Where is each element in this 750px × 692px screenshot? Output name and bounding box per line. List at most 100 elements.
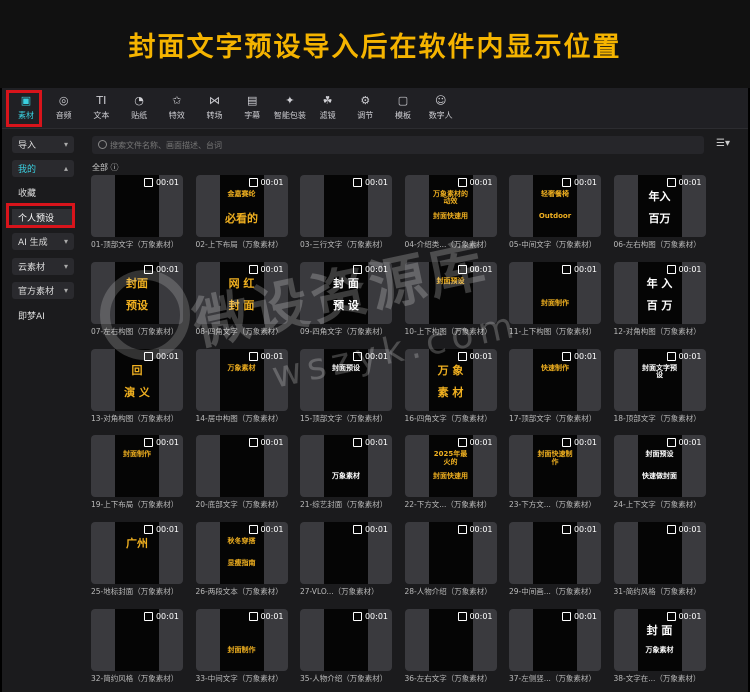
tab-filter[interactable]: ☘ 滤镜: [310, 91, 346, 125]
banner-title: 封面文字预设导入后在软件内显示位置: [128, 31, 622, 63]
media-thumbnail: 万象素材 00:01: [195, 348, 288, 411]
sidebar-item-label: 即梦AI: [18, 312, 45, 322]
thumbnail-text: 显瘦指南: [227, 559, 256, 568]
tab-effects[interactable]: ✩ 特效: [159, 91, 195, 125]
media-caption: 28-人物介绍（万象素材）: [404, 587, 492, 597]
tab-subtitle[interactable]: ▤ 字幕: [234, 91, 270, 125]
thumbnail-text: 金嘉赛纶: [227, 190, 256, 198]
sidebar-item-personal-preset[interactable]: 个人预设: [12, 209, 74, 226]
thumbnail-text: 回: [131, 363, 143, 377]
tab-transition[interactable]: ⋈ 转场: [197, 91, 233, 125]
tab-label: 滤镜: [319, 111, 336, 120]
media-caption: 31-简约风格（万象素材）: [613, 587, 701, 597]
media-thumbnail: 回演 义 00:01: [91, 348, 183, 411]
media-caption: 22-下方文...（万象素材）: [404, 500, 492, 510]
media-caption: 06-左右构图（万象素材）: [613, 240, 701, 249]
duration-label: 00:01: [260, 264, 284, 274]
duration-label: 00:01: [155, 351, 179, 361]
sidebar-item-label: 官方素材: [18, 287, 55, 297]
preset-badge-icon: [144, 438, 153, 448]
sidebar-item-favorites[interactable]: 收藏: [12, 184, 74, 201]
thumbnail-text: 封面制作: [541, 298, 569, 307]
audio-icon: ◎: [58, 94, 69, 107]
sidebar-item-official[interactable]: 官方素材 ▾: [12, 282, 74, 299]
thumbnail-text: 封 面: [228, 298, 255, 312]
tab-label: 转场: [206, 111, 223, 120]
media-caption: 20-底部文字（万象素材）: [195, 500, 283, 510]
subtitle-icon: ▤: [246, 94, 258, 107]
thumbnail-text: 年入: [648, 190, 671, 203]
media-caption: 17-顶部文字（万象素材）: [509, 413, 597, 423]
thumbnail-text: 封面预设: [332, 363, 360, 372]
thumbnail-text: 万象素材的动效: [433, 190, 468, 206]
sidebar-item-jimeng[interactable]: 即梦AI: [12, 307, 74, 324]
tab-label: 智能包装: [273, 111, 306, 120]
duration-label: 00:01: [260, 525, 284, 535]
tab-text[interactable]: TI 文本: [83, 91, 119, 125]
search-placeholder: 搜索文件名称、画面描述、台词: [110, 140, 222, 150]
tab-media[interactable]: ▣ 素材: [8, 91, 44, 125]
preset-badge-icon: [144, 178, 153, 187]
chevron-down-icon: ▾: [63, 140, 68, 149]
chevron-down-icon: ▾: [63, 286, 68, 295]
sticker-icon: ◔: [134, 94, 144, 107]
media-caption: 37-左侧竖...（万象素材）: [509, 674, 596, 683]
media-caption: 16-四角文字（万象素材）: [404, 413, 492, 423]
preset-badge-icon: [457, 612, 467, 621]
tab-sticker[interactable]: ◔ 贴纸: [121, 91, 157, 125]
media-caption: 35-人物介绍（万象素材）: [300, 674, 388, 683]
tab-adjust[interactable]: ⚙ 调节: [347, 91, 383, 125]
media-thumbnail: 00:01: [300, 522, 392, 585]
adjust-icon: ⚙: [360, 94, 371, 107]
media-thumbnail: 2025年最火的 封面快速用 00:01: [404, 435, 497, 498]
thumbnail-text: 封面制作: [123, 450, 151, 459]
preset-badge-icon: [457, 264, 467, 274]
media-caption: 08-四角文字（万象素材）: [195, 326, 283, 336]
tab-smart-package[interactable]: ✦ 智能包装: [272, 91, 308, 125]
media-thumbnail: 封 面万象素材 00:01: [613, 609, 706, 671]
sidebar-item-label: 云素材: [18, 263, 46, 273]
tab-label: 模板: [395, 111, 411, 120]
search-input[interactable]: 搜索文件名称、画面描述、台词: [92, 136, 704, 154]
duration-label: 00:01: [260, 612, 284, 621]
tab-template[interactable]: ▢ 模板: [385, 91, 421, 125]
media-caption: 12-对角构图（万象素材）: [613, 326, 701, 336]
preset-badge-icon: [562, 351, 571, 361]
media-caption: 23-下方文...（万象素材）: [509, 500, 596, 510]
preset-badge-icon: [457, 178, 467, 187]
thumbnail-text: 网 红: [228, 276, 255, 290]
duration-label: 00:01: [573, 612, 597, 621]
tab-audio[interactable]: ◎ 音频: [46, 91, 82, 125]
filter-all-label: 全部 ⓘ: [92, 163, 119, 172]
thumbnail-text: 封面预设: [645, 450, 674, 459]
tab-label: 文本: [93, 111, 110, 120]
duration-label: 00:01: [678, 351, 702, 361]
media-thumbnail: 网 红封 面 00:01: [195, 261, 288, 324]
sidebar-item-mine[interactable]: 我的 ▴: [12, 160, 74, 177]
media-thumbnail: 封面制作 00:01: [195, 609, 288, 671]
sidebar-item-label: 我的: [18, 165, 37, 175]
media-caption: 21-综艺封面（万象素材）: [300, 500, 388, 510]
preset-badge-icon: [248, 264, 258, 274]
tab-label: 调节: [357, 111, 374, 120]
sidebar-item-label: AI 生成: [18, 238, 48, 248]
sort-menu-icon[interactable]: ☰▾: [716, 138, 730, 149]
sidebar-item-import[interactable]: 导入 ▾: [12, 136, 74, 153]
sidebar-item-cloud[interactable]: 云素材 ▾: [12, 258, 74, 275]
preset-badge-icon: [248, 178, 258, 187]
duration-label: 00:01: [364, 178, 388, 187]
media-caption: 15-顶部文字（万象素材）: [300, 413, 388, 423]
media-thumbnail: 00:01: [300, 609, 392, 671]
duration-label: 00:01: [155, 612, 179, 621]
sidebar-item-label: 收藏: [18, 189, 37, 199]
tab-label: 贴纸: [131, 111, 148, 120]
sidebar-item-ai-generate[interactable]: AI 生成 ▾: [12, 233, 74, 250]
thumbnail-text: 秋冬穿搭: [227, 537, 256, 546]
preset-badge-icon: [248, 612, 258, 621]
media-caption: 18-顶部文字（万象素材）: [613, 413, 701, 423]
preset-badge-icon: [353, 178, 362, 187]
thumbnail-text: 轻奢餐椅: [541, 190, 569, 198]
tab-digital-human[interactable]: ☺ 数字人: [423, 91, 459, 125]
media-caption: 01-顶部文字（万象素材）: [91, 240, 179, 249]
digital-human-icon: ☺: [434, 94, 447, 107]
